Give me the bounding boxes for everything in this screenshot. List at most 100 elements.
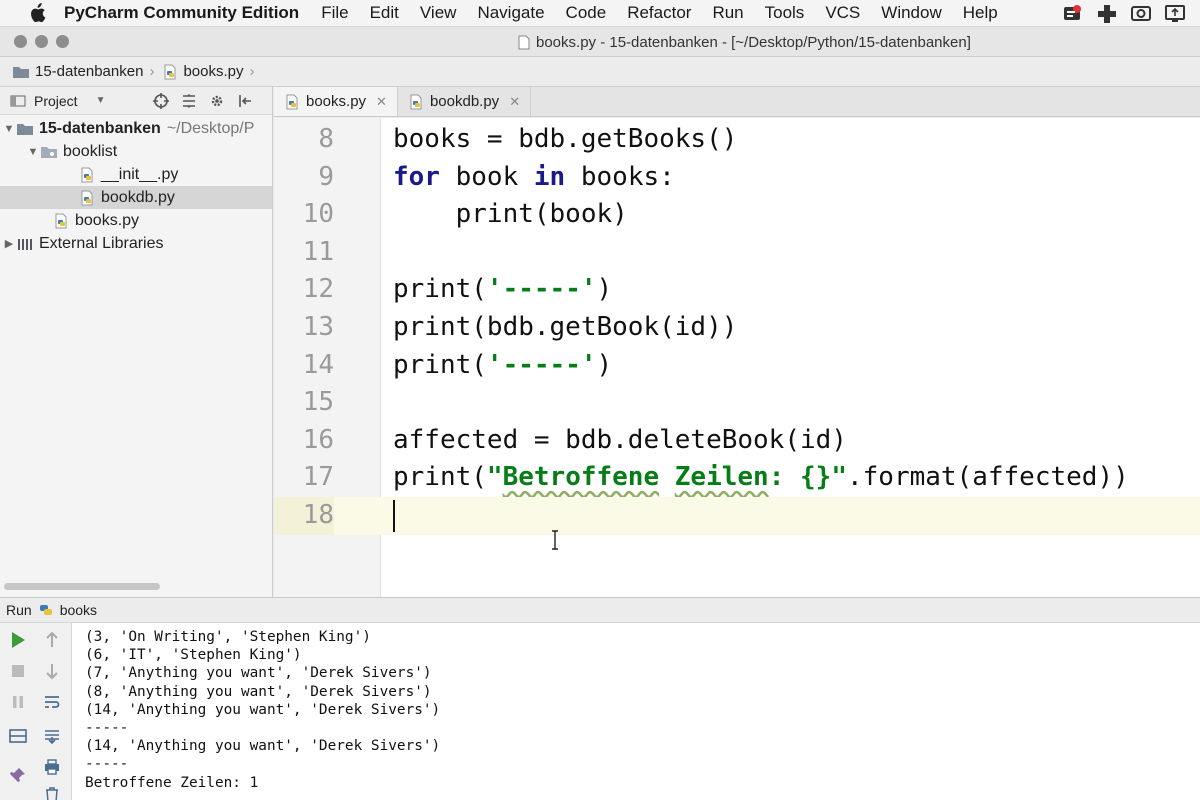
menu-file[interactable]: File (321, 3, 348, 23)
gear-icon[interactable] (208, 92, 226, 110)
menu-run[interactable]: Run (712, 3, 743, 23)
run-panel-label[interactable]: Run (6, 602, 32, 618)
tree-item-project-root[interactable]: ▼ 15-datenbanken ~/Desktop/P (0, 117, 272, 140)
code-text: print('-----') (393, 274, 613, 305)
run-console-output[interactable]: (3, 'On Writing', 'Stephen King') (6, 'I… (72, 623, 1200, 800)
project-horizontal-scrollbar[interactable] (4, 583, 160, 590)
console-line: (8, 'Anything you want', 'Derek Sivers') (85, 683, 432, 700)
line-number: 14 (302, 349, 334, 380)
scroll-to-end-icon (45, 730, 59, 744)
python-file-icon (81, 190, 93, 205)
code-line[interactable]: 10 print(book) (274, 196, 1200, 234)
chevron-right-icon[interactable]: ▶ (2, 237, 16, 250)
project-view-label[interactable]: Project (34, 93, 78, 109)
collapse-all-icon[interactable] (180, 92, 198, 110)
menu-help[interactable]: Help (963, 3, 998, 23)
soft-wrap-button[interactable] (40, 690, 64, 714)
project-toolbar (152, 92, 254, 110)
line-number: 9 (318, 161, 334, 192)
code-line[interactable]: 12 print('-----') (274, 271, 1200, 309)
menu-navigate[interactable]: Navigate (477, 3, 544, 23)
zoom-window-button[interactable] (56, 35, 69, 48)
system-tray (1062, 3, 1186, 23)
tree-item-path: ~/Desktop/P (166, 119, 255, 137)
python-file-icon (286, 94, 298, 109)
app-name[interactable]: PyCharm Community Edition (64, 3, 299, 23)
tab-bookdb-py[interactable]: bookdb.py ✕ (398, 87, 532, 116)
menu-view[interactable]: View (420, 3, 457, 23)
code-line[interactable]: 8 books = bdb.getBooks() (274, 121, 1200, 159)
code-line[interactable]: 11 (274, 234, 1200, 272)
file-icon (518, 35, 530, 50)
scroll-to-end-button[interactable] (40, 724, 64, 748)
scroll-up-button[interactable] (40, 628, 64, 652)
console-line: (7, 'Anything you want', 'Derek Sivers') (85, 665, 432, 682)
tree-item-label: __init__.py (101, 165, 179, 183)
close-tab-icon[interactable]: ✕ (376, 94, 387, 110)
close-tab-icon[interactable]: ✕ (509, 94, 520, 110)
camera-icon[interactable] (1130, 3, 1152, 23)
scroll-down-button[interactable] (40, 659, 64, 683)
chevron-down-icon[interactable]: ▼ (26, 146, 40, 158)
library-icon (18, 238, 32, 250)
console-line: Betroffene Zeilen: 1 (85, 774, 259, 791)
code-text (393, 497, 395, 535)
menu-refactor[interactable]: Refactor (627, 3, 691, 23)
plus-cross-icon[interactable] (1096, 3, 1118, 23)
layout-button[interactable] (6, 724, 30, 748)
console-line: (14, 'Anything you want', 'Derek Sivers'… (85, 701, 441, 718)
code-line[interactable]: 9 for book in books: (274, 159, 1200, 197)
menu-edit[interactable]: Edit (370, 3, 399, 23)
tree-item-external-libraries[interactable]: ▶ External Libraries (0, 232, 272, 255)
menu-code[interactable]: Code (566, 3, 607, 23)
menu-window[interactable]: Window (881, 3, 941, 23)
tree-item-init-py[interactable]: __init__.py (0, 163, 272, 186)
breadcrumb-file[interactable]: books.py (162, 63, 243, 80)
code-text: affected = bdb.deleteBook(id) (393, 424, 847, 455)
tab-books-py[interactable]: books.py ✕ (274, 87, 398, 116)
chevron-down-icon[interactable]: ▼ (96, 95, 106, 106)
tree-item-label: books.py (75, 211, 140, 229)
python-file-icon (164, 64, 176, 79)
code-line[interactable]: 13 print(bdb.getBook(id)) (274, 309, 1200, 347)
code-line[interactable]: 15 (274, 384, 1200, 422)
minimize-window-button[interactable] (35, 35, 48, 48)
project-panel: Project ▼ ▼ 15-datenbanken ~/Desktop/P ▼… (0, 87, 273, 597)
rerun-button[interactable] (6, 628, 30, 652)
python-file-icon (55, 213, 67, 228)
stop-button[interactable] (6, 659, 30, 683)
tree-item-books-py[interactable]: books.py (0, 209, 272, 232)
code-editor[interactable]: 8 books = bdb.getBooks() 9 for book in b… (274, 118, 1200, 597)
close-window-button[interactable] (14, 35, 27, 48)
screen-share-icon[interactable] (1164, 3, 1186, 23)
clear-output-button[interactable] (40, 783, 64, 800)
menu-tools[interactable]: Tools (765, 3, 805, 23)
tree-item-bookdb-py[interactable]: bookdb.py (0, 186, 272, 209)
hide-panel-icon[interactable] (236, 92, 254, 110)
scroll-from-source-icon[interactable] (152, 92, 170, 110)
pause-icon (13, 696, 23, 708)
tree-item-label: bookdb.py (101, 188, 175, 206)
code-line[interactable]: 17 print("Betroffene Zeilen: {}".format(… (274, 459, 1200, 497)
chevron-down-icon[interactable]: ▼ (2, 123, 16, 135)
apple-menu-icon[interactable] (26, 2, 48, 24)
pause-button[interactable] (6, 690, 30, 714)
window-title-bar: books.py - 15-datenbanken - [~/Desktop/P… (0, 27, 1200, 57)
print-button[interactable] (40, 755, 64, 779)
run-config-label[interactable]: books (60, 602, 97, 618)
menu-vcs[interactable]: VCS (825, 3, 860, 23)
breadcrumb-file-label: books.py (183, 63, 244, 80)
current-code-line[interactable]: 18 (274, 497, 1200, 535)
breadcrumb-project[interactable]: 15-datenbanken (12, 63, 143, 80)
line-number: 10 (302, 199, 334, 230)
pin-tab-button[interactable] (6, 763, 30, 787)
python-icon (39, 605, 52, 615)
screen-record-icon[interactable] (1062, 3, 1084, 23)
tree-item-booklist[interactable]: ▼ booklist (0, 140, 272, 163)
code-line[interactable]: 14 print('-----') (274, 347, 1200, 385)
python-file-icon (81, 167, 93, 182)
line-number: 8 (318, 124, 334, 154)
code-line[interactable]: 16 affected = bdb.deleteBook(id) (274, 422, 1200, 460)
code-text: for book in books: (393, 161, 675, 192)
line-number: 15 (302, 387, 334, 418)
